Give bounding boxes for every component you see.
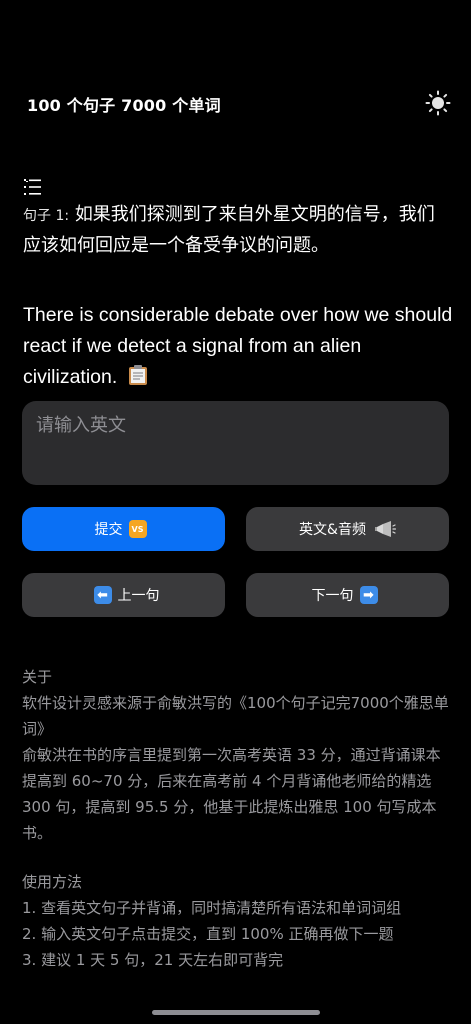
sun-icon <box>425 90 451 116</box>
audio-label: 英文&音频 <box>299 522 366 538</box>
sentence-number: 句子 1: <box>23 208 70 224</box>
clipboard-icon[interactable] <box>127 364 149 386</box>
usage-item: 2. 输入英文句子点击提交，直到 100% 正确再做下一题 <box>22 925 394 943</box>
usage-item: 1. 查看英文句子并背诵，同时搞清楚所有语法和单词词组 <box>22 899 402 917</box>
arrow-right-icon: ➡ <box>359 586 378 604</box>
home-indicator[interactable] <box>152 1010 320 1015</box>
chinese-text: 如果我们探测到了来自外星文明的信号，我们应该如何回应是一个备受争议的问题。 <box>23 204 435 256</box>
about-heading: 关于 <box>22 668 53 686</box>
next-sentence-button[interactable]: 下一句 ➡ <box>246 573 449 617</box>
about-section: 关于 软件设计灵感来源于俞敏洪写的《100个句子记完7000个雅思单词》 俞敏洪… <box>22 664 452 846</box>
list-icon[interactable] <box>24 178 44 196</box>
prev-label: 上一句 <box>117 588 160 604</box>
usage-section: 使用方法 1. 查看英文句子并背诵，同时搞清楚所有语法和单词词组 2. 输入英文… <box>22 869 462 973</box>
theme-toggle-button[interactable] <box>425 90 451 116</box>
sentence-chinese: 句子 1: 如果我们探测到了来自外星文明的信号，我们应该如何回应是一个备受争议的… <box>23 200 443 261</box>
speaker-icon <box>374 520 397 538</box>
usage-item: 3. 建议 1 天 5 句，21 天左右即可背完 <box>22 951 284 969</box>
about-story: 俞敏洪在书的序言里提到第一次高考英语 33 分，通过背诵课本提高到 60~70 … <box>22 746 441 842</box>
about-inspiration: 软件设计灵感来源于俞敏洪写的《100个句子记完7000个雅思单词》 <box>22 694 449 738</box>
english-audio-button[interactable]: 英文&音频 <box>246 507 449 551</box>
sentence-english: There is considerable debate over how we… <box>23 300 453 393</box>
english-input[interactable] <box>22 401 449 485</box>
vs-icon: VS <box>128 520 147 538</box>
submit-label: 提交 <box>94 522 123 538</box>
english-text: There is considerable debate over how we… <box>23 304 453 388</box>
submit-button[interactable]: 提交 VS <box>22 507 225 551</box>
app-title: 100 个句子 7000 个单词 <box>27 96 221 115</box>
header: 100 个句子 7000 个单词 <box>27 90 451 120</box>
previous-sentence-button[interactable]: ⬅ 上一句 <box>22 573 225 617</box>
usage-heading: 使用方法 <box>22 873 83 891</box>
arrow-left-icon: ⬅ <box>93 586 112 604</box>
next-label: 下一句 <box>311 588 354 604</box>
